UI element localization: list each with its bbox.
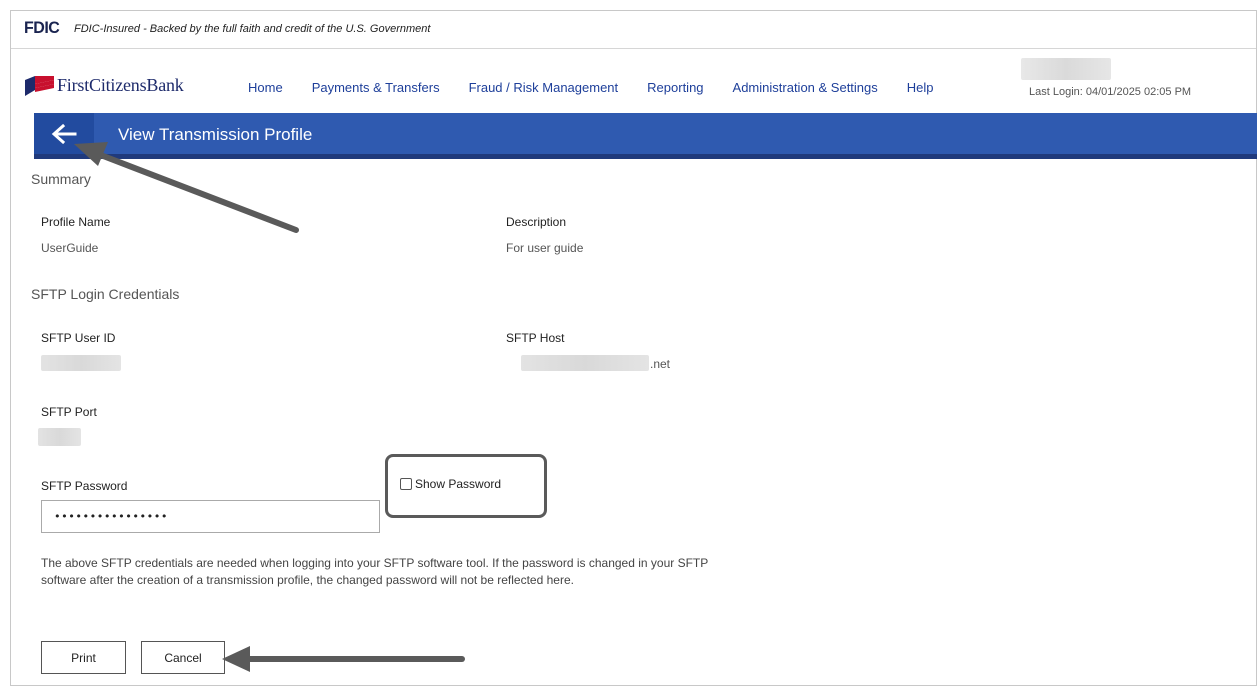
- sftp-port-label: SFTP Port: [41, 405, 97, 419]
- sftp-user-id-redacted: [41, 355, 121, 371]
- profile-name-label: Profile Name: [41, 215, 111, 229]
- cancel-button[interactable]: Cancel: [141, 641, 225, 674]
- description-value: For user guide: [506, 241, 584, 255]
- sftp-password-label: SFTP Password: [41, 479, 128, 493]
- sftp-host-label: SFTP Host: [506, 331, 565, 345]
- fdic-text: FDIC-Insured - Backed by the full faith …: [74, 23, 431, 35]
- nav-help[interactable]: Help: [907, 80, 934, 95]
- sftp-host-redacted: [521, 355, 649, 371]
- app-window: FDIC FDIC-Insured - Backed by the full f…: [10, 10, 1257, 686]
- sftp-user-id-label: SFTP User ID: [41, 331, 116, 345]
- bank-logo[interactable]: FirstCitizensBank: [25, 75, 184, 96]
- nav-fraud-risk-management[interactable]: Fraud / Risk Management: [469, 80, 619, 95]
- site-header: FirstCitizensBank Home Payments & Transf…: [11, 50, 1256, 113]
- profile-name-value: UserGuide: [41, 241, 99, 255]
- nav-home[interactable]: Home: [248, 80, 283, 95]
- description-label: Description: [506, 215, 567, 229]
- page-title: View Transmission Profile: [118, 125, 313, 144]
- back-button[interactable]: [34, 113, 94, 154]
- summary-heading: Summary: [31, 171, 91, 187]
- sftp-password-field[interactable]: ••••••••••••••••: [41, 500, 380, 533]
- last-login: Last Login: 04/01/2025 02:05 PM: [1029, 86, 1192, 98]
- main-nav: Home Payments & Transfers Fraud / Risk M…: [248, 80, 934, 95]
- print-button[interactable]: Print: [41, 641, 126, 674]
- bank-name: FirstCitizensBank: [57, 75, 184, 95]
- nav-reporting[interactable]: Reporting: [647, 80, 703, 95]
- annotation-highlight-box: [385, 454, 547, 518]
- fdic-banner: FDIC FDIC-Insured - Backed by the full f…: [11, 11, 1256, 49]
- user-name-redacted[interactable]: [1021, 58, 1111, 80]
- page-title-bar: View Transmission Profile: [34, 113, 1257, 159]
- sftp-credentials-note: The above SFTP credentials are needed wh…: [41, 556, 709, 587]
- sftp-host-suffix: .net: [650, 357, 671, 371]
- sftp-port-redacted: [38, 428, 81, 446]
- nav-administration-settings[interactable]: Administration & Settings: [733, 80, 878, 95]
- arrow-left-icon: [51, 123, 77, 144]
- nav-payments-transfers[interactable]: Payments & Transfers: [312, 80, 440, 95]
- sftp-credentials-heading: SFTP Login Credentials: [31, 286, 180, 302]
- flag-logo-icon: [25, 75, 54, 96]
- fdic-logo: FDIC: [24, 19, 60, 38]
